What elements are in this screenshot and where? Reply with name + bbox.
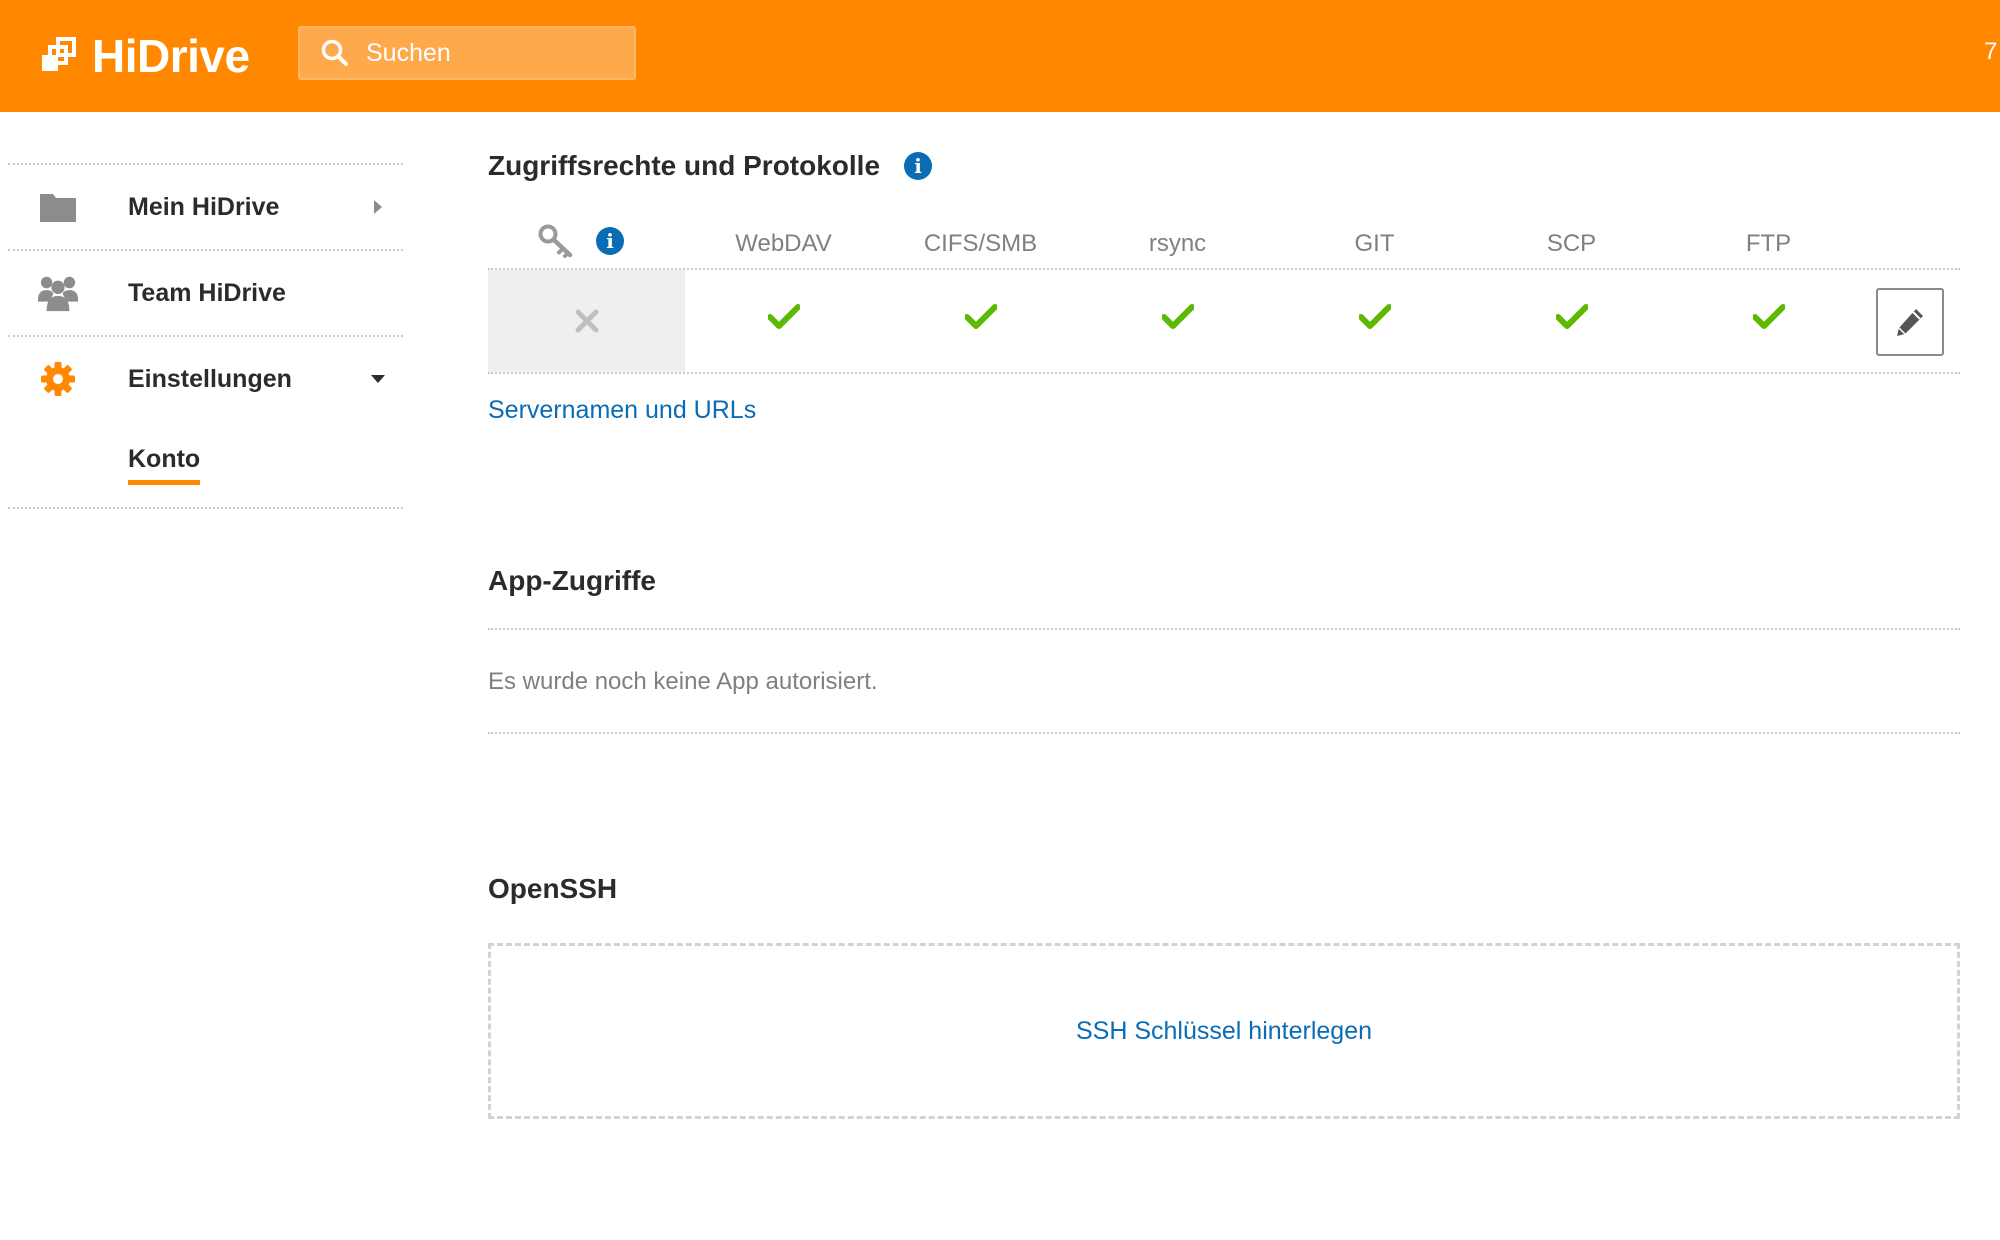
hidrive-logo-icon bbox=[42, 37, 76, 71]
section-divider bbox=[488, 732, 1960, 734]
protocols-section-title: Zugriffsrechte und Protokolle i bbox=[488, 150, 1960, 182]
info-icon[interactable]: i bbox=[904, 152, 933, 180]
sidebar-item-mein-hidrive[interactable]: Mein HiDrive bbox=[8, 165, 403, 249]
protocol-table: i WebDAV CIFS/SMB rsync GIT SCP FTP bbox=[488, 222, 1960, 374]
folder-icon bbox=[38, 187, 78, 227]
column-header-git: GIT bbox=[1354, 230, 1395, 257]
sidebar-item-team-hidrive[interactable]: Team HiDrive bbox=[8, 251, 403, 335]
search-input[interactable] bbox=[366, 38, 626, 68]
ssh-key-dropzone[interactable]: SSH Schlüssel hinterlegen bbox=[488, 943, 1960, 1119]
sidebar-subnav: Konto bbox=[8, 421, 403, 507]
app-access-title: App-Zugriffe bbox=[488, 565, 656, 596]
cross-icon bbox=[575, 309, 598, 333]
check-icon bbox=[964, 304, 997, 329]
sidebar-nav: Mein HiDrive Team HiDrive Einstellungen … bbox=[8, 163, 403, 509]
brand-name: HiDrive bbox=[92, 30, 250, 82]
cifs-smb-status bbox=[882, 304, 1079, 330]
check-icon bbox=[1358, 304, 1391, 329]
add-ssh-key-link[interactable]: SSH Schlüssel hinterlegen bbox=[1076, 1017, 1372, 1046]
protocol-table-header: i WebDAV CIFS/SMB rsync GIT SCP FTP bbox=[488, 222, 1960, 270]
key-icon bbox=[538, 224, 573, 258]
check-icon bbox=[1752, 304, 1785, 329]
gear-icon bbox=[38, 359, 78, 399]
sidebar-item-label: Team HiDrive bbox=[128, 278, 286, 307]
no-apps-message: Es wurde noch keine App autorisiert. bbox=[488, 668, 878, 695]
server-names-urls-link[interactable]: Servernamen und URLs bbox=[488, 396, 756, 425]
section-divider bbox=[488, 628, 1960, 630]
sidebar-subitem-konto[interactable]: Konto bbox=[128, 445, 201, 485]
sidebar-item-label: Mein HiDrive bbox=[128, 192, 280, 221]
hidrive-logo[interactable]: HiDrive bbox=[40, 28, 250, 84]
column-header-ftp: FTP bbox=[1745, 230, 1792, 257]
column-header-cifs-smb: CIFS/SMB bbox=[923, 230, 1038, 257]
nav-divider bbox=[8, 507, 403, 509]
caret-down-icon bbox=[371, 375, 385, 383]
team-icon bbox=[38, 273, 78, 313]
column-header-rsync: rsync bbox=[1148, 230, 1207, 257]
header-right-text: 7 bbox=[1984, 38, 1998, 65]
sidebar-item-label: Einstellungen bbox=[128, 364, 292, 393]
pencil-icon bbox=[1897, 309, 1923, 336]
check-icon bbox=[1161, 304, 1194, 329]
rsync-status bbox=[1079, 304, 1276, 330]
openssh-title: OpenSSH bbox=[488, 873, 618, 904]
edit-protocols-button[interactable] bbox=[1876, 288, 1944, 356]
search-box[interactable] bbox=[298, 26, 636, 80]
sidebar-item-einstellungen[interactable]: Einstellungen bbox=[8, 337, 403, 421]
top-header: HiDrive 7 bbox=[0, 0, 2000, 112]
webdav-status bbox=[685, 304, 882, 330]
protocols-title: Zugriffsrechte und Protokolle bbox=[488, 150, 881, 181]
protocol-table-row bbox=[488, 270, 1960, 374]
ftp-status bbox=[1670, 304, 1867, 330]
git-status bbox=[1276, 304, 1473, 330]
key-status-cell bbox=[488, 270, 685, 372]
key-header-cell: i bbox=[538, 224, 624, 258]
check-icon bbox=[1555, 304, 1588, 329]
info-icon[interactable]: i bbox=[596, 227, 624, 255]
main-content: Zugriffsrechte und Protokolle i i WebDAV… bbox=[488, 150, 1960, 1119]
column-header-scp: SCP bbox=[1546, 230, 1597, 257]
column-header-webdav: WebDAV bbox=[735, 230, 832, 257]
check-icon bbox=[767, 304, 800, 329]
chevron-right-icon bbox=[374, 200, 382, 214]
scp-status bbox=[1473, 304, 1670, 330]
search-icon bbox=[321, 39, 348, 66]
